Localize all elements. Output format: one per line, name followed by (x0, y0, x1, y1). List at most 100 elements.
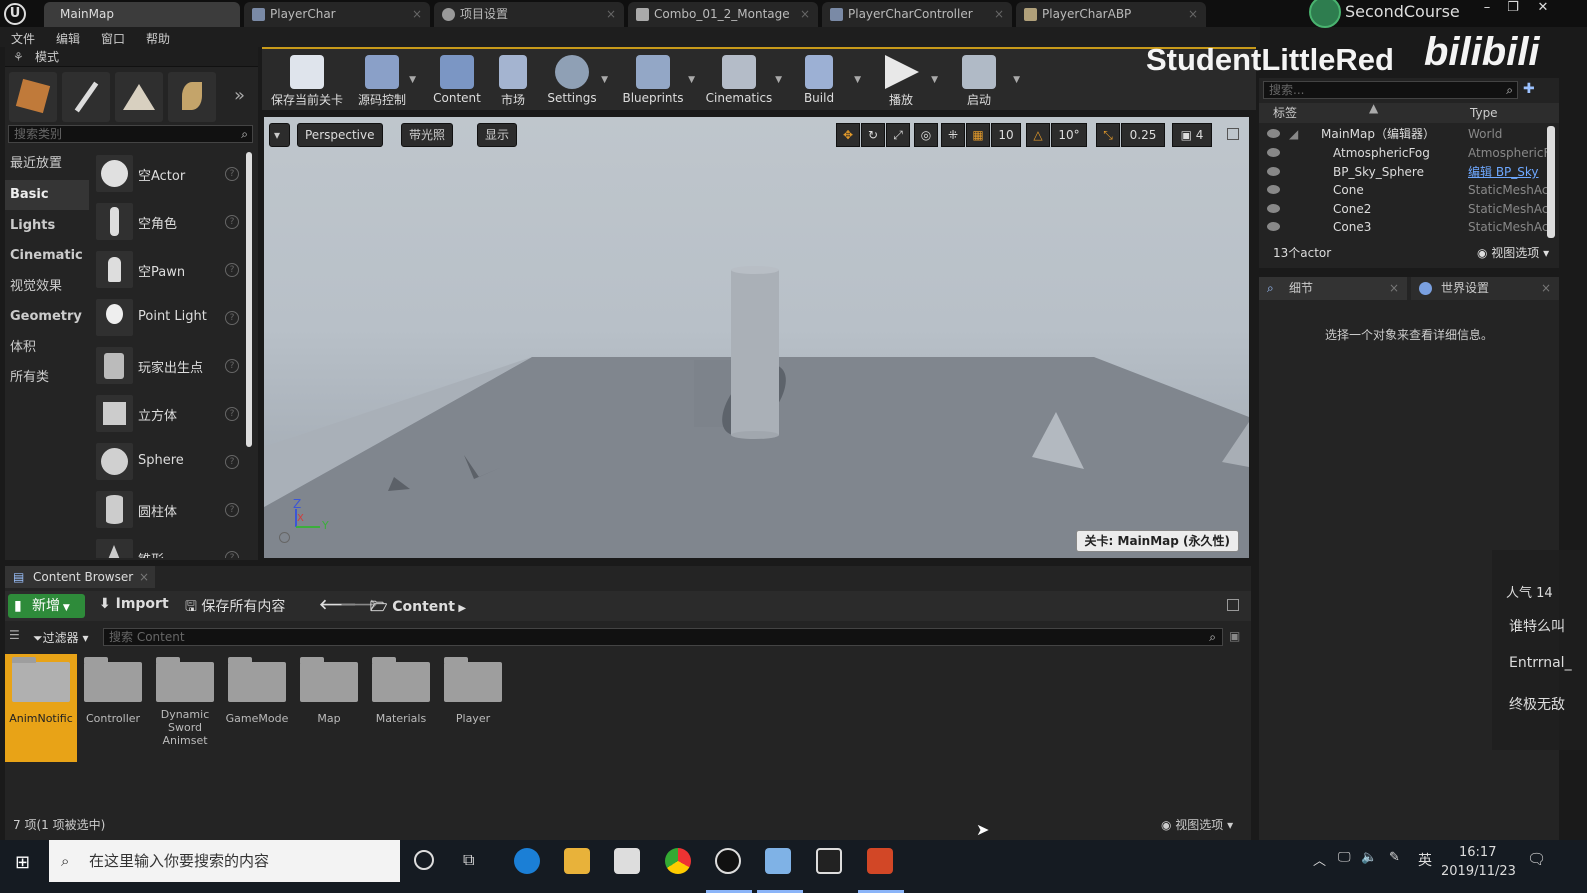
edge-browser-icon[interactable] (514, 848, 540, 874)
file-explorer-icon[interactable] (564, 848, 590, 874)
close-icon[interactable]: × (1188, 2, 1198, 27)
place-item-cube[interactable]: 立方体? (93, 390, 245, 438)
menu-edit[interactable]: 编辑 (56, 30, 80, 47)
windows-start-icon[interactable]: ⊞ (15, 852, 30, 873)
visibility-eye-icon[interactable] (1267, 222, 1280, 231)
blueprints-button[interactable]: Blueprints ▼ (617, 51, 695, 109)
outliner-row[interactable]: Cone StaticMeshAc (1259, 181, 1549, 199)
folder-map[interactable]: Map (293, 654, 365, 762)
network-icon[interactable]: 🖵 (1338, 850, 1351, 865)
tab-world-settings[interactable]: 世界设置 × (1411, 277, 1559, 300)
place-item-cone[interactable]: 锥形? (93, 534, 245, 558)
folder-dynamic-sword-animset[interactable]: Dynamic Sword Animset (149, 654, 221, 762)
foliage-mode-button[interactable] (168, 72, 216, 122)
scale-tool-icon[interactable]: ⤢ (886, 123, 910, 147)
play-button[interactable]: 播放 ▼ (876, 51, 938, 109)
more-modes-icon[interactable]: » (234, 85, 245, 106)
scale-snap-icon[interactable]: ⤡ (1096, 123, 1120, 147)
folder-materials[interactable]: Materials (365, 654, 437, 762)
build-button[interactable]: Build ▼ (797, 51, 861, 109)
grid-snap-icon[interactable]: ▦ (966, 123, 990, 147)
tab-montage[interactable]: Combo_01_2_Montage × (628, 2, 818, 27)
landscape-mode-button[interactable] (115, 72, 163, 122)
content-button[interactable]: Content (427, 51, 487, 109)
save-search-icon[interactable]: ▣ (1229, 629, 1240, 643)
minimize-button[interactable]: – (1474, 0, 1500, 18)
surface-snap-icon[interactable]: ⁜ (941, 123, 965, 147)
scale-snap-value[interactable]: 0.25 (1121, 123, 1165, 147)
visibility-eye-icon[interactable] (1267, 167, 1280, 176)
folder-animnotific[interactable]: AnimNotific (5, 654, 77, 762)
outliner-row[interactable]: Cone2 StaticMeshAc (1259, 200, 1549, 218)
tab-playercharabp[interactable]: PlayerCharABP × (1016, 2, 1206, 27)
pen-icon[interactable]: ✎ (1389, 850, 1400, 865)
outliner-view-options[interactable]: ◉ 视图选项 ▾ (1477, 244, 1549, 261)
ime-indicator[interactable]: 英 (1418, 850, 1432, 870)
outliner-row[interactable]: BP_Sky_Sphere 编辑 BP_Sky (1259, 163, 1549, 181)
rotation-snap-value[interactable]: 10° (1051, 123, 1087, 147)
menu-window[interactable]: 窗口 (101, 30, 125, 47)
save-all-button[interactable]: 🖫 保存所有内容 (185, 596, 285, 620)
close-window-button[interactable]: ✕ (1530, 0, 1556, 18)
maximize-viewport-icon[interactable] (1227, 128, 1239, 140)
outliner-row[interactable]: AtmosphericFog AtmosphericF (1259, 144, 1549, 162)
settings-button[interactable]: Settings ▼ (544, 51, 608, 109)
visibility-eye-icon[interactable] (1267, 185, 1280, 194)
close-icon[interactable]: × (1389, 277, 1399, 300)
whiteboard-icon[interactable] (816, 848, 842, 874)
paint-mode-button[interactable] (62, 72, 110, 122)
help-icon[interactable]: ? (225, 407, 239, 421)
category-geometry[interactable]: Geometry (5, 302, 89, 332)
folder-controller[interactable]: Controller (77, 654, 149, 762)
rotate-tool-icon[interactable]: ↻ (861, 123, 885, 147)
filter-button[interactable]: ⏷过滤器 ▾ (33, 629, 88, 646)
show-button[interactable]: 显示 (477, 123, 518, 147)
tab-mainmap[interactable]: MainMap (44, 2, 240, 27)
maximize-button[interactable]: ❐ (1500, 0, 1526, 18)
content-search-input[interactable]: 搜索 Content ⌕ (103, 628, 1223, 646)
category-all-classes[interactable]: 所有类 (5, 363, 89, 393)
help-icon[interactable]: ? (225, 503, 239, 517)
help-icon[interactable]: ? (225, 215, 239, 229)
folder-player[interactable]: Player (437, 654, 509, 762)
world-space-icon[interactable]: ◎ (914, 123, 938, 147)
content-path[interactable]: 🗁 Content ▶ (370, 596, 466, 620)
category-search-input[interactable]: 搜索类别 ⌕ (8, 125, 253, 143)
close-icon[interactable]: × (800, 2, 810, 27)
dropdown-arrow-icon[interactable]: ▼ (601, 75, 608, 85)
folder-gamemode[interactable]: GameMode (221, 654, 293, 762)
close-icon[interactable]: × (606, 2, 616, 27)
outliner-row[interactable]: Cone3 StaticMeshAc (1259, 218, 1549, 236)
grid-snap-value[interactable]: 10 (991, 123, 1021, 147)
close-icon[interactable]: × (139, 566, 149, 588)
visibility-eye-icon[interactable] (1267, 148, 1280, 157)
clock-time[interactable]: 16:17 (1459, 845, 1496, 860)
dropdown-arrow-icon[interactable]: ▼ (931, 75, 938, 85)
help-icon[interactable]: ? (225, 263, 239, 277)
place-item-empty-character[interactable]: 空角色? (93, 198, 245, 246)
powerpoint-icon[interactable] (867, 848, 893, 874)
cortana-icon[interactable] (414, 850, 434, 870)
place-item-empty-pawn[interactable]: 空Pawn? (93, 246, 245, 294)
app-icon[interactable] (765, 848, 791, 874)
import-button[interactable]: ⬇ Import (99, 596, 169, 612)
category-cinematic[interactable]: Cinematic (5, 241, 89, 271)
marketplace-button[interactable]: 市场 (492, 51, 534, 109)
category-visual-effects[interactable]: 视觉效果 (5, 272, 89, 302)
help-icon[interactable]: ? (225, 455, 239, 469)
close-icon[interactable]: × (412, 2, 422, 27)
menu-help[interactable]: 帮助 (146, 30, 170, 47)
cinematics-button[interactable]: Cinematics ▼ (702, 51, 782, 109)
help-icon[interactable]: ? (225, 359, 239, 373)
add-new-button[interactable]: ▮ 新增 ▼ (8, 594, 85, 618)
category-recent[interactable]: 最近放置 (5, 149, 89, 179)
rotation-snap-icon[interactable]: △ (1026, 123, 1050, 147)
visibility-eye-icon[interactable] (1267, 129, 1280, 138)
tab-playerchar[interactable]: PlayerChar × (244, 2, 430, 27)
outliner-search-input[interactable]: 搜索... ⌕ (1263, 81, 1518, 99)
tab-project-settings[interactable]: 项目设置 × (434, 2, 624, 27)
taskbar-search-box[interactable]: ⌕ 在这里输入你要搜索的内容 (49, 840, 400, 882)
lock-icon[interactable] (1227, 599, 1239, 611)
category-lights[interactable]: Lights (5, 211, 89, 241)
translate-tool-icon[interactable]: ✥ (836, 123, 860, 147)
